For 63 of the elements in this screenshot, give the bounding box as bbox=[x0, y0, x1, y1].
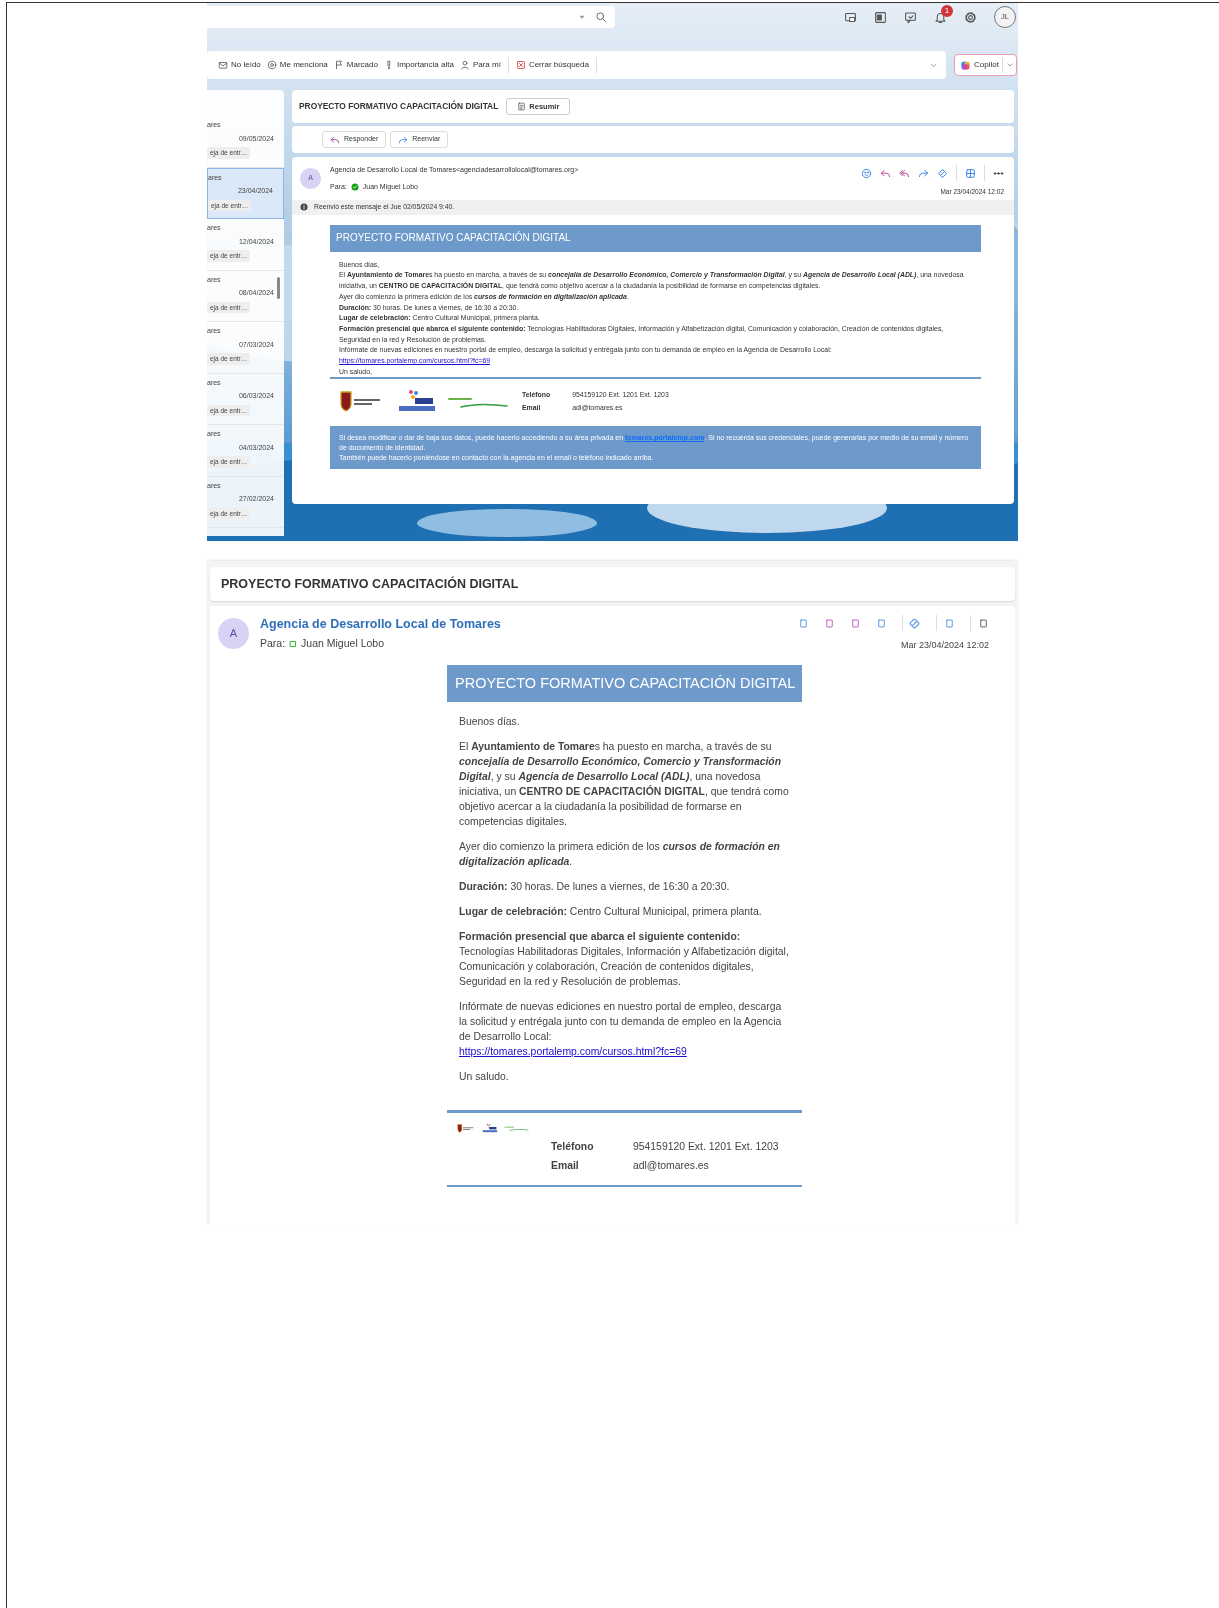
window-icon[interactable] bbox=[844, 10, 857, 24]
email-paragraph: Lugar de celebración: Centro Cultural Municipal, primera planta. bbox=[459, 904, 763, 919]
filter-button[interactable]: Importancia alta bbox=[380, 59, 457, 71]
scrollbar-thumb[interactable] bbox=[277, 277, 280, 299]
to-label: Para: bbox=[260, 635, 286, 651]
sender-name[interactable]: Agencia de Desarrollo Local de Tomares bbox=[260, 615, 501, 634]
phone-number: 954159120 Ext. 1201 Ext. 1203 bbox=[633, 1139, 780, 1154]
message-date: Mar 23/04/2024 12:02 bbox=[900, 639, 989, 652]
forward-icon bbox=[398, 134, 409, 145]
email-paragraph: Un saludo. bbox=[459, 1069, 510, 1084]
square-icon[interactable] bbox=[798, 617, 809, 629]
email-paragraph: Infórmate de nuevas ediciones en nuestro portal de empleo, descarga la solicitud y entrégala junto con tu demanda de empleo en la Agencia de Desarrollo Local: bbox=[459, 999, 783, 1044]
email-subject: PROYECTO FORMATIVO CAPACITACIÓN DIGITAL bbox=[299, 100, 499, 113]
email-paragraph: Buenos días. bbox=[459, 714, 521, 729]
grid-icon[interactable] bbox=[965, 167, 976, 179]
chevron-icon bbox=[1005, 61, 1014, 69]
email-paragraph: Formación presencial que abarca el siguiente contenido: Tecnologías Habilitadoras Digitales, Información y Alfabetización digital, Comunicación y colaboración, Creación de contenidos digitales, Seguridad en la red y Resolución de problemas. bbox=[459, 929, 790, 989]
chat-icon[interactable] bbox=[904, 10, 917, 24]
square-icon[interactable] bbox=[978, 617, 989, 629]
email-address: adl@tomares.es bbox=[633, 1158, 710, 1173]
filter-button[interactable]: Marcado bbox=[330, 59, 381, 71]
mail-icon bbox=[218, 60, 228, 70]
email-paragraph: Ayer dio comienzo la primera edición de los cursos de formación en digitalización aplicada. bbox=[459, 839, 781, 869]
search-field[interactable] bbox=[207, 6, 615, 28]
filter-button[interactable]: Me menciona bbox=[263, 59, 331, 71]
filter-button[interactable]: No leído bbox=[215, 59, 264, 71]
check-icon bbox=[350, 182, 359, 191]
document-icon[interactable] bbox=[874, 10, 887, 24]
reply-icon[interactable] bbox=[880, 167, 891, 179]
at-icon bbox=[266, 60, 277, 70]
filter-button[interactable]: Para mí bbox=[456, 59, 504, 71]
email-label: Email bbox=[551, 1158, 580, 1173]
email-subject: PROYECTO FORMATIVO CAPACITACIÓN DIGITAL bbox=[221, 575, 519, 593]
search-icon[interactable] bbox=[595, 11, 607, 23]
square-icon[interactable] bbox=[876, 617, 887, 629]
course-link[interactable]: https://tomares.portalemp.com/cursos.html?fc=69 bbox=[459, 1045, 687, 1057]
reply-all-icon[interactable] bbox=[899, 167, 910, 179]
square-icon[interactable] bbox=[850, 617, 861, 629]
close-icon bbox=[515, 60, 526, 70]
smiley-icon[interactable] bbox=[861, 167, 872, 179]
square-icon[interactable] bbox=[944, 617, 955, 629]
settings-icon[interactable] bbox=[964, 10, 977, 24]
bell-icon[interactable] bbox=[934, 10, 947, 24]
flag-icon bbox=[333, 60, 344, 70]
forward-icon[interactable] bbox=[918, 167, 929, 179]
email-paragraph: Duración: 30 horas. De lunes a viernes, de 16:30 a 20:30. bbox=[459, 879, 731, 894]
copilot-button[interactable]: Copilot bbox=[954, 54, 1017, 76]
sender-avatar: A bbox=[218, 618, 249, 649]
colorful-logo-icon bbox=[960, 59, 971, 71]
person-icon bbox=[459, 60, 470, 70]
email-banner: PROYECTO FORMATIVO CAPACITACIÓN DIGITAL bbox=[330, 224, 981, 252]
info-icon bbox=[300, 203, 308, 212]
dots-logo bbox=[482, 1122, 499, 1133]
diamond-icon[interactable] bbox=[937, 167, 948, 179]
square-icon[interactable] bbox=[824, 617, 835, 629]
filter-button[interactable]: Cerrar búsqueda bbox=[512, 59, 592, 71]
phone-label: Teléfono bbox=[551, 1139, 595, 1154]
email-paragraph: El Ayuntamiento de Tomares ha puesto en marcha, a través de su concejalía de Desarrollo Económico, Comercio y Transformación Digital, y su Agencia de Desarrollo Local (ADL), una novedosa iniciativa, un CENTRO DE CAPACITACIÓN DIGITAL, que tendrá como objetivo acercar a la ciudadanía la posibilidad de formarse en competencias digitales. bbox=[459, 739, 790, 829]
email-banner: PROYECTO FORMATIVO CAPACITACIÓN DIGITAL bbox=[447, 664, 802, 702]
reply-icon bbox=[330, 134, 340, 145]
recipient-name: Juan Miguel Lobo bbox=[301, 635, 384, 651]
diamond-icon[interactable] bbox=[908, 616, 921, 630]
summary-icon bbox=[517, 102, 527, 111]
